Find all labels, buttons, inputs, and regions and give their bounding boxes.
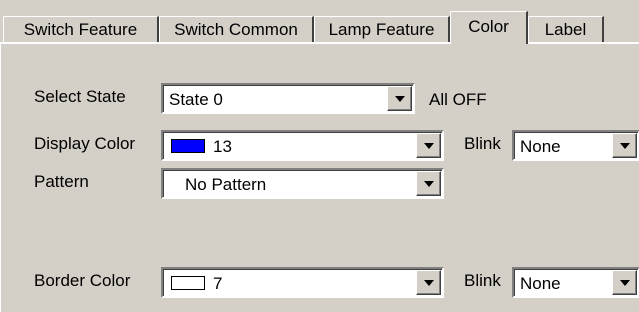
pattern-label: Pattern (34, 172, 89, 191)
select-state-dropdown-button[interactable] (387, 86, 412, 111)
pattern-value: No Pattern (185, 175, 267, 194)
border-color-dropdown-button[interactable] (416, 270, 441, 295)
chevron-down-icon (620, 143, 630, 149)
chevron-down-icon (424, 280, 434, 286)
display-blink-label: Blink (464, 134, 501, 153)
tab-switch-common[interactable]: Switch Common (159, 16, 314, 42)
tab-label: Switch Feature (23, 19, 138, 39)
tab-label: Label (544, 19, 587, 39)
pattern-dropdown-button[interactable] (416, 171, 441, 196)
tab-strip: Switch Feature Switch Common Lamp Featur… (0, 0, 639, 44)
tab-label: Switch Common (174, 19, 298, 39)
panel-top-edge (0, 42, 639, 44)
chevron-down-icon (424, 143, 434, 149)
state-status-text: All OFF (429, 90, 487, 109)
display-color-value: 13 (213, 137, 232, 156)
tab-color[interactable]: Color (450, 11, 528, 44)
select-state-label: Select State (34, 87, 126, 106)
border-color-dropdown[interactable]: 7 (161, 267, 444, 298)
select-state-dropdown[interactable]: State 0 (161, 83, 415, 114)
chevron-down-icon (424, 181, 434, 187)
tab-label: Color (468, 17, 509, 36)
tab-switch-feature[interactable]: Switch Feature (3, 16, 159, 42)
tab-label: Lamp Feature (328, 19, 435, 39)
chevron-down-icon (395, 96, 405, 102)
display-blink-value: None (520, 137, 561, 156)
pattern-dropdown[interactable]: No Pattern (161, 168, 444, 199)
tab-label-tab[interactable]: Label (528, 16, 604, 42)
border-blink-dropdown-button[interactable] (612, 270, 637, 295)
border-blink-value: None (520, 274, 561, 293)
border-blink-label: Blink (464, 271, 501, 290)
display-color-label: Display Color (34, 134, 136, 153)
display-color-dropdown[interactable]: 13 (161, 130, 444, 161)
display-color-dropdown-button[interactable] (416, 133, 441, 158)
border-color-label: Border Color (34, 271, 131, 290)
border-color-swatch (171, 276, 205, 290)
color-panel: Select State State 0 All OFF Display Col… (0, 44, 639, 312)
border-color-value: 7 (213, 274, 223, 293)
border-blink-dropdown[interactable]: None (512, 267, 639, 298)
chevron-down-icon (620, 280, 630, 286)
display-color-swatch (171, 139, 205, 153)
tab-lamp-feature[interactable]: Lamp Feature (314, 16, 450, 42)
select-state-value: State 0 (169, 90, 223, 109)
display-blink-dropdown[interactable]: None (512, 130, 639, 161)
display-blink-dropdown-button[interactable] (612, 133, 637, 158)
